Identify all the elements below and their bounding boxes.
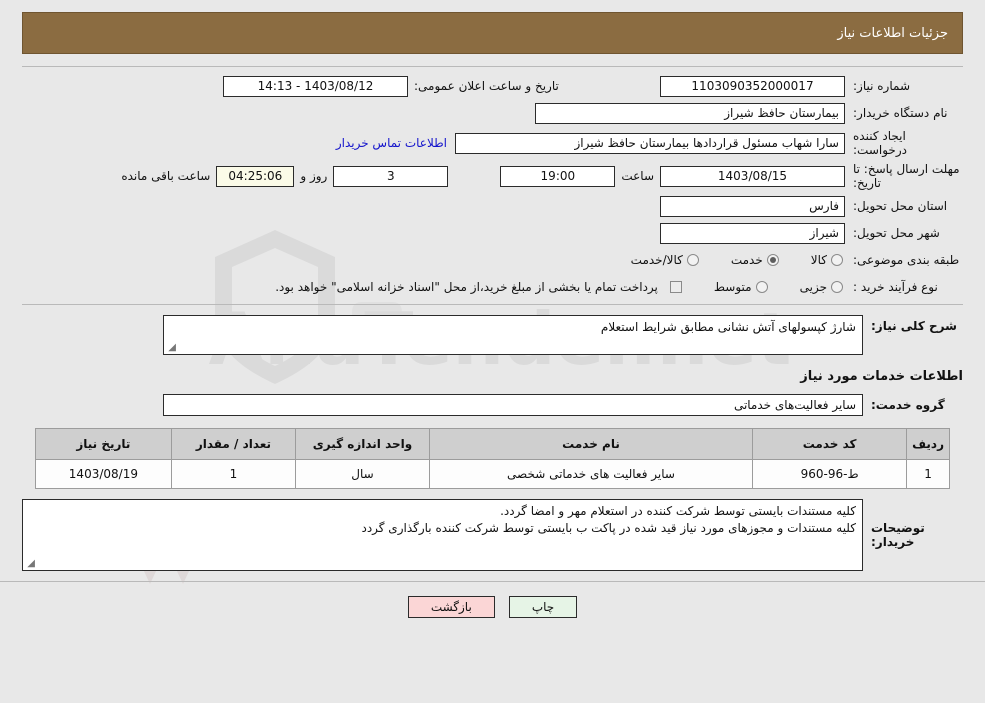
col-header-service-name: نام خدمت [428, 428, 754, 460]
cell-need-date: 1403/08/19 [35, 459, 172, 489]
row-deadline: مهلت ارسال پاسخ: تا تاریخ: 1403/08/15 سا… [22, 162, 963, 190]
services-section-title: اطلاعات خدمات مورد نیاز [800, 369, 963, 384]
row-need-number: شماره نیاز: 1103090352000017 تاریخ و ساع… [22, 75, 963, 97]
radio-icon-goods-service[interactable] [686, 254, 699, 266]
process-option-minor-label: جزیی [799, 280, 827, 294]
col-header-quantity: تعداد / مقدار [170, 428, 297, 460]
print-button[interactable]: چاپ [508, 596, 578, 618]
creator-label: ایجاد کننده درخواست: [853, 129, 907, 157]
creator-value: سارا شهاب مسئول قراردادها بیمارستان حافظ… [455, 132, 845, 154]
radio-icon-minor[interactable] [831, 281, 843, 293]
row-buyer-notes: توضیحات خریدار: کلیه مستندات بایستی توسط… [22, 499, 963, 571]
need-number-label: شماره نیاز: [853, 79, 910, 93]
general-description-label: شرح کلی نیاز: [871, 319, 957, 333]
row-purchase-process: نوع فرآیند خرید : جزیی متوسط پرداخت تمام… [22, 276, 963, 298]
buyer-notes-label: توضیحات خریدار: [871, 521, 925, 549]
deadline-hour-label: ساعت [621, 169, 654, 183]
row-general-description: شرح کلی نیاز: شارژ کپسولهای آتش نشانی مط… [22, 315, 963, 355]
city-label: شهر محل تحویل: [853, 226, 940, 240]
checkbox-icon-treasury[interactable] [669, 281, 682, 293]
classification-option-goods[interactable]: کالا [811, 253, 843, 267]
service-group-label: گروه خدمت: [871, 398, 945, 412]
remaining-time-value: 04:25:06 [216, 165, 295, 187]
footer-actions: چاپ بازگشت [0, 596, 985, 618]
city-value: شیراز [660, 222, 845, 244]
footer-divider [0, 581, 985, 582]
classification-option-service-label: خدمت [730, 253, 763, 267]
process-option-minor[interactable]: جزیی [800, 280, 843, 294]
cell-service-code: ط-96-960 [752, 459, 908, 489]
table-row: 1 ط-96-960 سایر فعالیت های خدماتی شخصی س… [35, 459, 950, 489]
remaining-time-label: ساعت باقی مانده [121, 169, 211, 183]
purchase-process-label: نوع فرآیند خرید : [853, 280, 938, 294]
page-header: جزئیات اطلاعات نیاز [22, 12, 963, 54]
row-province: استان محل تحویل: فارس [22, 195, 963, 217]
classification-option-goods-service[interactable]: کالا/خدمت [631, 253, 699, 267]
process-option-medium[interactable]: متوسط [714, 280, 768, 294]
items-table-head: ردیف کد خدمت نام خدمت واحد اندازه گیری ت… [35, 428, 950, 460]
row-city: شهر محل تحویل: شیراز [22, 222, 963, 244]
deadline-hour-value: 19:00 [500, 165, 616, 187]
need-summary-panel: شماره نیاز: 1103090352000017 تاریخ و ساع… [22, 66, 963, 305]
row-creator: ایجاد کننده درخواست: سارا شهاب مسئول قرا… [22, 129, 963, 157]
treasury-bond-option[interactable]: پرداخت تمام یا بخشی از مبلغ خرید،از محل … [275, 280, 682, 294]
remaining-days-value: 3 [333, 165, 449, 187]
row-classification: طبقه بندی موضوعی: کالا خدمت کالا/خدمت [22, 249, 963, 271]
classification-label: طبقه بندی موضوعی: [853, 253, 960, 267]
items-table: ردیف کد خدمت نام خدمت واحد اندازه گیری ت… [35, 428, 950, 489]
cell-service-name: سایر فعالیت های خدماتی شخصی [428, 459, 754, 489]
service-group-value: سایر فعالیت‌های خدماتی [163, 394, 863, 416]
row-buyer-org: نام دستگاه خریدار: بیمارستان حافظ شیراز [22, 102, 963, 124]
col-header-radif: ردیف [906, 428, 950, 460]
back-button[interactable]: بازگشت [407, 596, 495, 618]
need-number-value: 1103090352000017 [660, 75, 845, 97]
classification-option-goods-service-label: کالا/خدمت [630, 253, 683, 267]
cell-quantity: 1 [170, 459, 297, 489]
resize-grip-icon-notes[interactable]: ◢ [25, 559, 35, 569]
items-table-wrap: ردیف کد خدمت نام خدمت واحد اندازه گیری ت… [22, 428, 963, 489]
table-header-row: ردیف کد خدمت نام خدمت واحد اندازه گیری ت… [35, 428, 950, 460]
col-header-unit: واحد اندازه گیری [295, 428, 430, 460]
general-description-block: شرح کلی نیاز: شارژ کپسولهای آتش نشانی مط… [22, 315, 963, 355]
classification-option-goods-label: کالا [810, 253, 827, 267]
items-table-body: 1 ط-96-960 سایر فعالیت های خدماتی شخصی س… [35, 459, 950, 489]
remaining-days-label: روز و [300, 169, 328, 183]
buyer-org-value: بیمارستان حافظ شیراز [535, 102, 845, 124]
radio-icon-service[interactable] [766, 254, 779, 266]
province-value: فارس [660, 195, 845, 217]
classification-option-service[interactable]: خدمت [731, 253, 779, 267]
buyer-org-label: نام دستگاه خریدار: [853, 106, 948, 120]
col-header-need-date: تاریخ نیاز [35, 428, 172, 460]
col-header-service-code: کد خدمت [752, 428, 908, 460]
purchase-process-radio-group: جزیی متوسط پرداخت تمام یا بخشی از مبلغ خ… [249, 280, 845, 294]
buyer-notes-line-1: کلیه مستندات بایستی توسط شرکت کننده در ا… [500, 504, 856, 518]
public-announce-value: 1403/08/12 - 14:13 [223, 75, 408, 97]
process-option-medium-label: متوسط [713, 280, 752, 294]
classification-radio-group: کالا خدمت کالا/خدمت [605, 253, 845, 267]
treasury-note-text: پرداخت تمام یا بخشی از مبلغ خرید،از محل … [275, 280, 658, 294]
row-service-group: گروه خدمت: سایر فعالیت‌های خدماتی [22, 394, 963, 416]
radio-icon-goods[interactable] [831, 254, 843, 266]
deadline-date-value: 1403/08/15 [660, 165, 845, 187]
page-root: جزئیات اطلاعات نیاز شماره نیاز: 11030903… [0, 12, 985, 703]
public-announce-label: تاریخ و ساعت اعلان عمومی: [414, 79, 559, 93]
buyer-contact-link[interactable]: اطلاعات تماس خریدار [328, 136, 455, 150]
radio-icon-medium[interactable] [755, 281, 768, 293]
general-description-field[interactable]: شارژ کپسولهای آتش نشانی مطابق شرایط استع… [163, 315, 863, 355]
page-title: جزئیات اطلاعات نیاز [837, 25, 948, 41]
province-label: استان محل تحویل: [853, 199, 948, 213]
cell-unit: سال [295, 459, 430, 489]
buyer-notes-line-2: کلیه مستندات و مجوزهای مورد نیاز قید شده… [361, 521, 856, 535]
cell-radif: 1 [906, 459, 950, 489]
buyer-notes-field[interactable]: کلیه مستندات بایستی توسط شرکت کننده در ا… [22, 499, 863, 571]
general-description-value: شارژ کپسولهای آتش نشانی مطابق شرایط استع… [600, 320, 856, 334]
resize-grip-icon[interactable]: ◢ [166, 343, 176, 353]
deadline-label: مهلت ارسال پاسخ: تا تاریخ: [853, 162, 960, 190]
